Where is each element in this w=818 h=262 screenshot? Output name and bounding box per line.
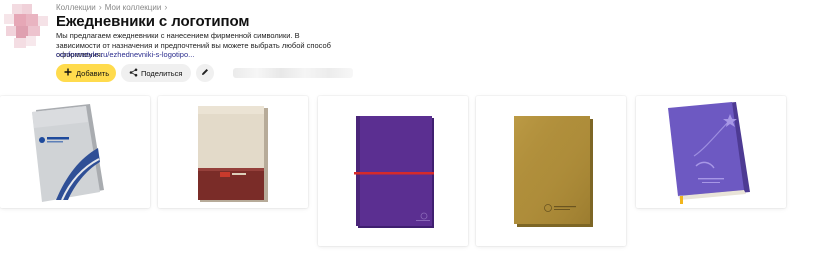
toolbar: Добавить Поделиться — [56, 64, 353, 82]
lilac-embossed-diary-image — [668, 102, 750, 204]
share-button-label: Поделиться — [141, 68, 183, 78]
add-button-label: Добавить — [76, 68, 110, 78]
pencil-icon — [201, 68, 209, 78]
gold-diary-image — [514, 116, 593, 227]
grey-diary-image — [32, 104, 104, 202]
pin-card[interactable] — [318, 96, 468, 246]
pin-card[interactable] — [476, 96, 626, 246]
edit-button[interactable] — [196, 64, 214, 82]
pin-card[interactable] — [158, 96, 308, 208]
add-button[interactable]: Добавить — [56, 64, 116, 82]
purple-diary-elastic-image — [354, 116, 434, 228]
pin-card[interactable] — [636, 96, 786, 208]
beige-red-diary-image — [198, 106, 268, 202]
breadcrumb: Коллекции › Мои коллекции › — [56, 2, 167, 12]
source-link[interactable]: conformstyle.ru/ezhednevniki-s-logotipo.… — [56, 50, 194, 59]
breadcrumb-collections-link[interactable]: Коллекции — [56, 3, 96, 12]
plus-icon — [64, 68, 72, 78]
page-title: Ежедневники с логотипом — [56, 13, 250, 30]
pin-card[interactable] — [0, 96, 150, 208]
blurred-author-info — [233, 68, 353, 78]
collection-avatar — [4, 4, 48, 48]
share-button[interactable]: Поделиться — [121, 64, 191, 82]
breadcrumb-my-collections-link[interactable]: Мои коллекции — [105, 3, 162, 12]
chevron-right-icon: › — [98, 2, 102, 12]
chevron-right-icon: › — [164, 2, 168, 12]
share-icon — [129, 68, 138, 79]
